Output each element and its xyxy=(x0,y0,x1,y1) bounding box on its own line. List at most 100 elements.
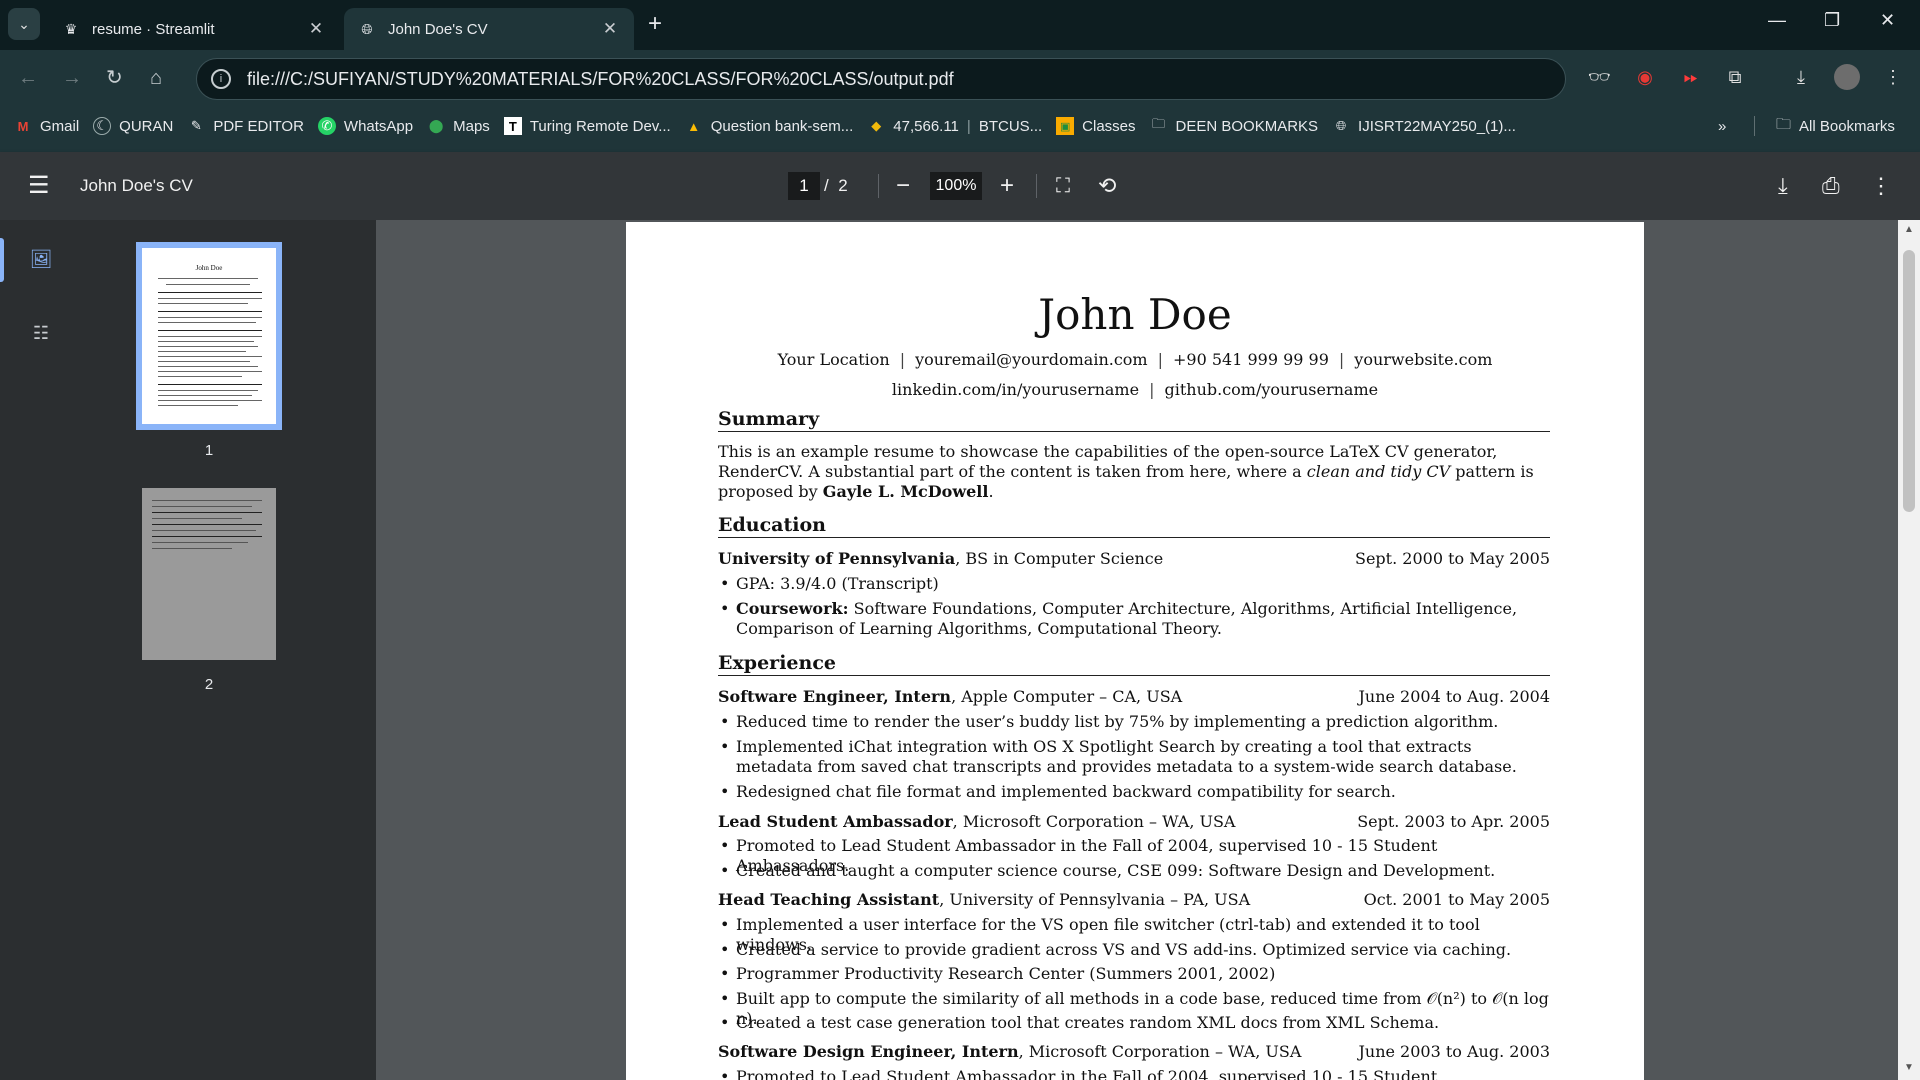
rotate-icon[interactable]: ⟲ xyxy=(1098,172,1116,200)
thumbnails-icon[interactable]: 🖼︎ xyxy=(30,248,53,270)
contact-linkedin[interactable]: linkedin.com/in/yourusername xyxy=(892,380,1139,399)
thumb-line xyxy=(158,341,254,342)
drive-icon: ▲ xyxy=(687,118,701,134)
bookmark-whatsapp[interactable]: ✆ WhatsApp xyxy=(317,117,413,135)
reload-icon[interactable]: ↻ xyxy=(106,66,123,90)
pdf-editor-icon: ✎ xyxy=(190,118,202,133)
back-icon[interactable]: ← xyxy=(18,66,38,90)
more-options-icon[interactable]: ⋮ xyxy=(1870,172,1892,200)
thumb-line xyxy=(158,390,258,391)
pdf-page: John Doe Your Location | youremail@yourdom… xyxy=(626,222,1644,1080)
minimize-icon[interactable]: — xyxy=(1768,10,1786,31)
address-bar[interactable]: i file:///C:/SUFIYAN/STUDY%20MATERIALS/F… xyxy=(196,58,1566,100)
thumb-line xyxy=(158,322,256,323)
bookmark-maps[interactable]: ⬤ Maps xyxy=(427,117,490,135)
contact-website[interactable]: yourwebsite.com xyxy=(1354,350,1492,369)
thumb-rule xyxy=(152,524,262,525)
scrollbar-thumb[interactable] xyxy=(1903,250,1915,512)
document-outline-icon[interactable]: ☷ xyxy=(30,322,52,344)
thumb-rule xyxy=(158,292,262,293)
scroll-down-icon[interactable]: ▼ xyxy=(1904,1062,1914,1073)
bookmark-classes[interactable]: ▣ Classes xyxy=(1056,117,1136,135)
cv-name: John Doe xyxy=(1038,290,1232,339)
glasses-extension-icon[interactable]: 👓︎ xyxy=(1586,64,1612,90)
page-number-input[interactable]: 1 xyxy=(788,172,820,200)
fit-to-page-icon[interactable]: ⛶ xyxy=(1056,172,1070,200)
thumb-line xyxy=(152,506,252,507)
browser-chrome: ⌄ ♛ resume · Streamlit ✕ 🌐︎ John Doe's C… xyxy=(0,0,1920,152)
thumb-line xyxy=(152,500,262,501)
job-bullet: Redesigned chat file format and implemen… xyxy=(718,782,1550,802)
zoom-out-icon[interactable]: − xyxy=(896,172,910,200)
thumb-line xyxy=(158,376,242,377)
thumb-line xyxy=(158,336,262,337)
toolbar-divider xyxy=(878,174,879,198)
more-bookmarks-icon[interactable]: » xyxy=(1718,108,1726,144)
whatsapp-icon: ✆ xyxy=(317,117,336,135)
thumb-line xyxy=(158,346,258,347)
education-bullet: Coursework: Software Foundations, Comput… xyxy=(718,599,1550,639)
bookmark-binance[interactable]: ◆ 47,566.11 | BTCUS... xyxy=(867,117,1042,135)
profile-avatar[interactable] xyxy=(1834,64,1860,90)
vertical-scrollbar[interactable]: ▲ ▼ xyxy=(1898,220,1920,1080)
zoom-level-input[interactable]: 100% xyxy=(930,172,982,200)
folder-icon: 🗀︎ xyxy=(1152,116,1166,131)
thumb-line xyxy=(152,530,256,531)
bookmark-gmail[interactable]: M Gmail xyxy=(14,117,80,135)
hamburger-menu-icon[interactable]: ☰ xyxy=(28,174,50,198)
toolbar-divider xyxy=(1036,174,1037,198)
contact-email[interactable]: youremail@yourdomain.com xyxy=(915,350,1148,369)
bookmark-question-bank[interactable]: ▲ Question bank-sem... xyxy=(685,117,853,135)
extensions-puzzle-icon[interactable]: ⧉ xyxy=(1722,64,1748,90)
page-thumbnail-1[interactable]: John Doe xyxy=(136,242,282,430)
contact-phone[interactable]: +90 541 999 99 99 xyxy=(1173,350,1329,369)
job-date: Sept. 2003 to Apr. 2005 xyxy=(1357,812,1550,831)
video-extension-icon[interactable]: ⏩︎ xyxy=(1678,64,1704,90)
job-bullet: Programmer Productivity Research Center … xyxy=(718,964,1550,984)
forward-icon[interactable]: → xyxy=(62,66,82,90)
job-date: June 2004 to Aug. 2004 xyxy=(1358,687,1550,706)
scroll-up-icon[interactable]: ▲ xyxy=(1904,224,1914,235)
download-icon[interactable]: ⤓ xyxy=(1788,64,1814,90)
pdf-viewport[interactable]: John Doe Your Location | youremail@yourdom… xyxy=(376,220,1920,1080)
close-tab-icon[interactable]: ✕ xyxy=(306,19,326,39)
turing-icon: T xyxy=(503,117,522,135)
bookmark-ijisrt[interactable]: 🌐︎ IJISRT22MAY250_(1)... xyxy=(1332,117,1516,135)
job-entry: Software Engineer, Intern, Apple Compute… xyxy=(718,687,1550,706)
site-info-icon[interactable]: i xyxy=(211,69,231,89)
job-date: Oct. 2001 to May 2005 xyxy=(1363,890,1550,909)
print-icon[interactable]: ⎙ xyxy=(1822,172,1840,200)
page-thumbnail-2[interactable] xyxy=(142,488,276,660)
tab-search-button[interactable]: ⌄ xyxy=(8,8,40,40)
job-entry: Lead Student Ambassador, Microsoft Corpo… xyxy=(718,812,1550,831)
thumb-line xyxy=(158,278,258,279)
bookmark-deen-folder[interactable]: 🗀︎ DEEN BOOKMARKS xyxy=(1150,116,1318,135)
bookmark-pdf-editor[interactable]: ✎ PDF EDITOR xyxy=(187,117,304,135)
page-count: / 2 xyxy=(824,176,848,195)
document-title: John Doe's CV xyxy=(80,176,193,195)
record-extension-icon[interactable]: ◉ xyxy=(1632,64,1658,90)
folder-icon: 🗀︎ xyxy=(1776,115,1792,133)
close-window-icon[interactable]: ✕ xyxy=(1880,10,1895,31)
tab-cv[interactable]: 🌐︎ John Doe's CV ✕ xyxy=(344,8,634,50)
zoom-in-icon[interactable]: + xyxy=(1000,172,1014,200)
thumb-line xyxy=(152,518,242,519)
all-bookmarks-button[interactable]: 🗀︎ All Bookmarks xyxy=(1776,108,1895,144)
browser-menu-icon[interactable]: ⋮ xyxy=(1880,64,1906,90)
bookmark-turing[interactable]: T Turing Remote Dev... xyxy=(503,117,671,135)
contact-line-2: linkedin.com/in/yourusername | github.com/… xyxy=(891,380,1379,399)
thumb-rule xyxy=(152,512,262,513)
bookmarks-divider xyxy=(1754,116,1755,136)
thumb-line xyxy=(158,317,262,318)
restore-icon[interactable]: ❐ xyxy=(1824,10,1840,31)
job-bullet: Created a test case generation tool that… xyxy=(718,1013,1550,1033)
thumb-line xyxy=(158,298,262,299)
download-icon[interactable]: ⤓ xyxy=(1778,172,1788,200)
section-heading-experience: Experience xyxy=(718,652,1550,676)
close-tab-icon[interactable]: ✕ xyxy=(600,19,620,39)
new-tab-button[interactable]: + xyxy=(648,12,662,36)
home-icon[interactable]: ⌂ xyxy=(150,66,162,90)
bookmark-quran[interactable]: ☾ QURAN xyxy=(93,117,173,135)
contact-github[interactable]: github.com/yourusername xyxy=(1164,380,1378,399)
tab-streamlit[interactable]: ♛ resume · Streamlit ✕ xyxy=(48,8,340,50)
